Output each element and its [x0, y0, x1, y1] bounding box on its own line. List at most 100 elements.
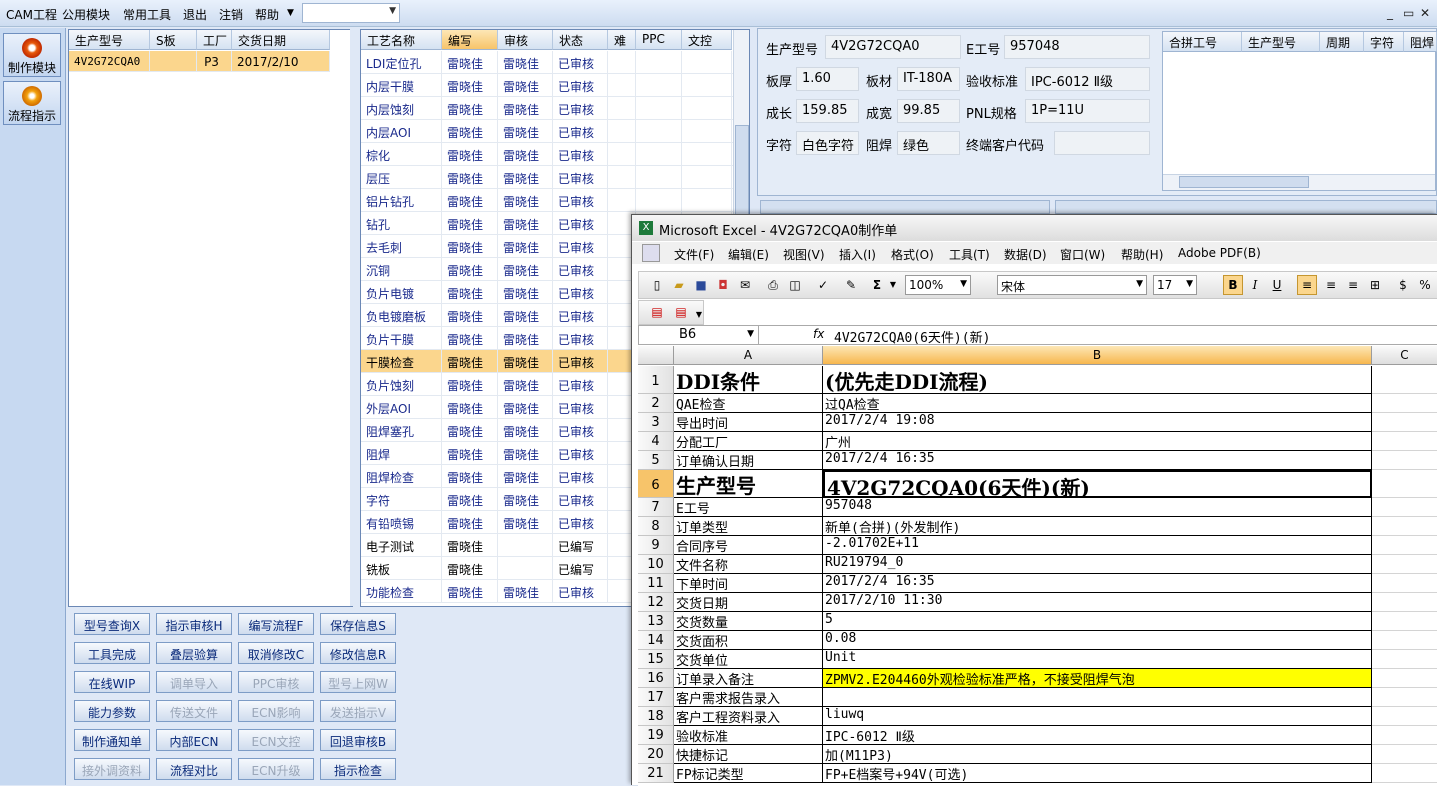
table-row[interactable]: 层压 雷晓佳 雷晓佳 已审核 — [361, 166, 733, 189]
col-merge-cycle[interactable]: 周期 — [1320, 32, 1364, 52]
cell-a[interactable]: 订单录入备注 — [674, 669, 823, 688]
cell-c[interactable] — [1372, 517, 1437, 536]
length-field[interactable]: 159.85 — [796, 99, 859, 123]
cell-a[interactable]: 文件名称 — [674, 555, 823, 574]
row-header[interactable]: 5 — [638, 451, 674, 470]
menu-logout[interactable]: 注销 — [219, 6, 243, 23]
cell-b[interactable]: Unit — [823, 650, 1372, 669]
excel-menu-view[interactable]: 视图(V) — [783, 246, 825, 263]
cell-a[interactable]: 导出时间 — [674, 413, 823, 432]
permission-icon[interactable]: ◘ — [715, 277, 731, 293]
action-button[interactable]: 指示审核H — [156, 613, 232, 635]
col-merge-mask[interactable]: 阻焊 — [1404, 32, 1437, 52]
col-model[interactable]: 生产型号 — [69, 30, 150, 50]
cell-c[interactable] — [1372, 631, 1437, 650]
splitter[interactable] — [350, 28, 360, 606]
action-button[interactable]: 编写流程F — [238, 613, 314, 635]
action-button[interactable]: 指示检查 — [320, 758, 396, 780]
cell-b[interactable]: 957048 — [823, 498, 1372, 517]
nav-make-module[interactable]: 制作模块 — [3, 33, 61, 77]
row-header[interactable]: 14 — [638, 631, 674, 650]
row-header[interactable]: 19 — [638, 726, 674, 745]
menu-help[interactable]: 帮助 — [255, 6, 279, 23]
cell-a[interactable]: 下单时间 — [674, 574, 823, 593]
cell-b[interactable]: 2017/2/4 16:35 — [823, 574, 1372, 593]
spell-icon[interactable]: ✓ — [815, 277, 831, 293]
action-button[interactable]: ECN文控 — [238, 729, 314, 751]
align-center-icon[interactable]: ≡ — [1323, 277, 1339, 293]
cell-a[interactable]: DDI条件 — [674, 366, 823, 394]
col-merge-no[interactable]: 合拼工号 — [1163, 32, 1242, 52]
cell-c[interactable] — [1372, 707, 1437, 726]
cell-b[interactable]: 过QA检查 — [823, 394, 1372, 413]
row-header[interactable]: 20 — [638, 745, 674, 764]
cell-c[interactable] — [1372, 745, 1437, 764]
italic-icon[interactable]: I — [1247, 277, 1263, 293]
col-reviewer[interactable]: 审核 — [498, 30, 553, 50]
silkscreen-field[interactable]: 白色字符 — [796, 131, 859, 155]
row-header[interactable]: 17 — [638, 688, 674, 707]
action-button[interactable]: 修改信息R — [320, 642, 396, 664]
action-button[interactable]: 叠层验算 — [156, 642, 232, 664]
excel-menu-file[interactable]: 文件(F) — [674, 246, 714, 263]
row-header[interactable]: 9 — [638, 536, 674, 555]
cell-b[interactable]: 2017/2/10 11:30 — [823, 593, 1372, 612]
doc-icon[interactable] — [642, 244, 660, 262]
cell-b[interactable]: -2.01702E+11 — [823, 536, 1372, 555]
action-button[interactable]: 回退审核B — [320, 729, 396, 751]
cell-a[interactable]: 客户工程资料录入 — [674, 707, 823, 726]
standard-field[interactable]: IPC-6012 Ⅱ级 — [1025, 67, 1150, 91]
row-header[interactable]: 6 — [638, 470, 674, 498]
merge-icon[interactable]: ⊞ — [1367, 277, 1383, 293]
table-row[interactable]: 棕化 雷晓佳 雷晓佳 已审核 — [361, 143, 733, 166]
cell-b[interactable]: 4V2G72CQA0(6天件)(新) — [823, 470, 1372, 498]
cell-b[interactable]: 0.08 — [823, 631, 1372, 650]
action-button[interactable]: ECN影响 — [238, 700, 314, 722]
zoom-select[interactable]: 100% ▼ — [905, 275, 971, 295]
cell-c[interactable] — [1372, 394, 1437, 413]
font-select[interactable]: 宋体 ▼ — [997, 275, 1147, 295]
thickness-field[interactable]: 1.60 — [796, 67, 859, 91]
paint-icon[interactable]: ✎ — [843, 277, 859, 293]
table-row[interactable]: 内层AOI 雷晓佳 雷晓佳 已审核 — [361, 120, 733, 143]
preview-icon[interactable]: ◫ — [787, 277, 803, 293]
scroll-thumb[interactable] — [1179, 176, 1309, 188]
col-ppc[interactable]: PPC — [636, 30, 682, 50]
col-writer[interactable]: 编写 — [442, 30, 498, 50]
cell-c[interactable] — [1372, 688, 1437, 707]
action-button[interactable]: PPC审核 — [238, 671, 314, 693]
row-header[interactable]: 8 — [638, 517, 674, 536]
row-header[interactable]: 1 — [638, 366, 674, 394]
cell-a[interactable]: 快捷标记 — [674, 745, 823, 764]
cell-c[interactable] — [1372, 451, 1437, 470]
sum-icon[interactable]: Σ — [869, 277, 885, 293]
pnl-field[interactable]: 1P=11U — [1025, 99, 1150, 123]
cell-b[interactable]: 2017/2/4 19:08 — [823, 413, 1372, 432]
col-difficulty[interactable]: 难 — [608, 30, 636, 50]
row-header[interactable]: 12 — [638, 593, 674, 612]
pdf-icon[interactable]: ▤ — [649, 304, 665, 320]
table-row[interactable]: 铝片钻孔 雷晓佳 雷晓佳 已审核 — [361, 189, 733, 212]
table-row[interactable]: LDI定位孔 雷晓佳 雷晓佳 已审核 — [361, 51, 733, 74]
close-icon[interactable]: ✕ — [1420, 6, 1430, 20]
function-icon[interactable]: fx — [813, 327, 824, 341]
cell-a[interactable]: 交货面积 — [674, 631, 823, 650]
col-factory[interactable]: 工厂 — [197, 30, 232, 50]
cell-b[interactable]: liuwq — [823, 707, 1372, 726]
action-button[interactable]: 型号查询X — [74, 613, 150, 635]
align-right-icon[interactable]: ≡ — [1345, 277, 1361, 293]
col-delivery[interactable]: 交货日期 — [232, 30, 330, 50]
menu-cam[interactable]: CAM工程 — [6, 6, 57, 23]
action-button[interactable]: 保存信息S — [320, 613, 396, 635]
action-button[interactable]: 流程对比 — [156, 758, 232, 780]
cell-c[interactable] — [1372, 470, 1437, 498]
cell-a[interactable]: QAE检查 — [674, 394, 823, 413]
bold-icon[interactable]: B — [1223, 275, 1243, 295]
formula-input[interactable]: 4V2G72CQA0(6天件)(新) — [834, 327, 990, 346]
cell-b[interactable]: FP+E档案号+94V(可选) — [823, 764, 1372, 783]
new-icon[interactable]: ▯ — [649, 277, 665, 293]
cell-a[interactable]: 订单确认日期 — [674, 451, 823, 470]
cell-b[interactable]: 加(M11P3) — [823, 745, 1372, 764]
model-field[interactable]: 4V2G72CQA0 — [825, 35, 961, 59]
excel-menu-window[interactable]: 窗口(W) — [1060, 246, 1105, 263]
